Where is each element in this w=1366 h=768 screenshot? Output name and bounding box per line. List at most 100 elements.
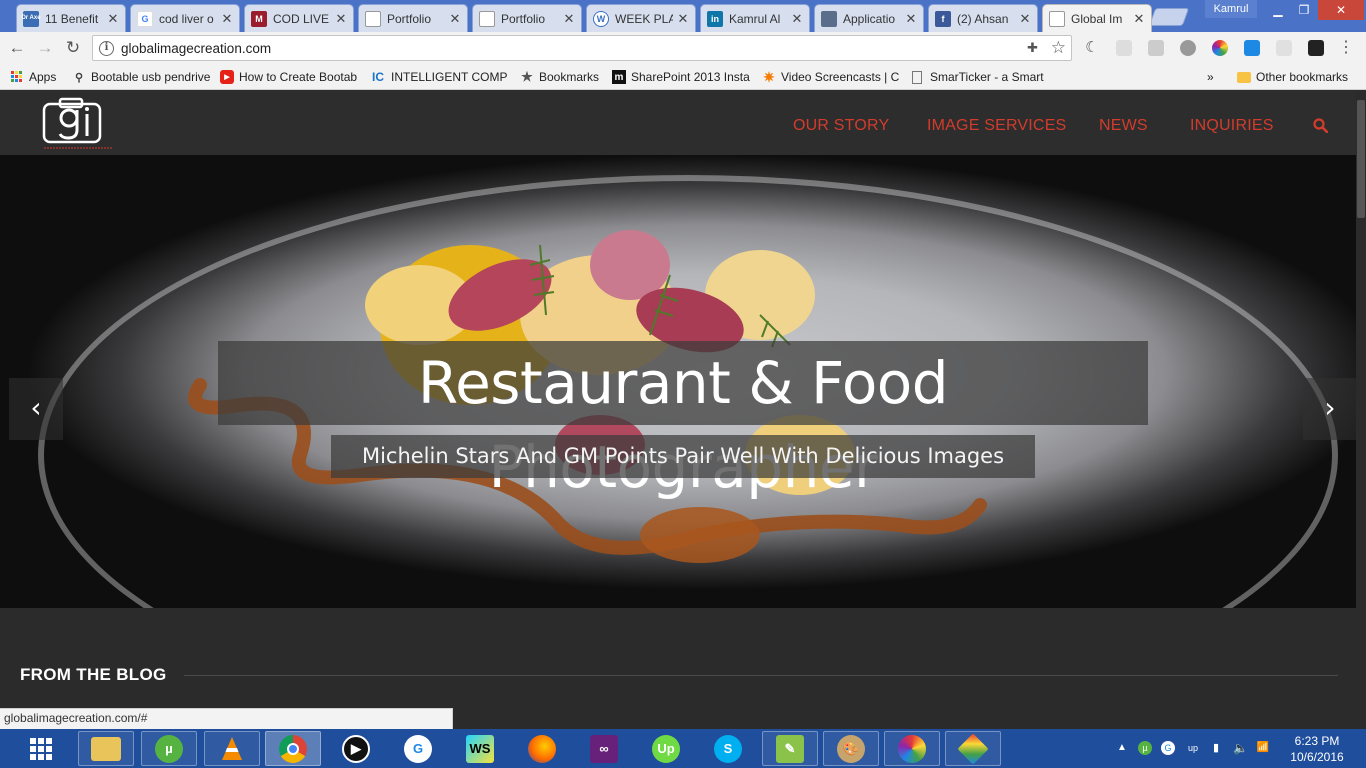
taskbar-gmail-app[interactable]: G [390,731,446,766]
global-image-creation-logo[interactable] [42,96,112,152]
bookmark-sharepoint[interactable]: m SharePoint 2013 Insta [612,68,750,86]
w-favicon-icon: W [593,10,609,27]
window-close-button[interactable]: ✕ [1318,0,1364,20]
start-grid-icon[interactable] [30,738,52,760]
bookmark-other-bookmarks[interactable]: Other bookmarks [1237,68,1357,86]
tab-11-benefits[interactable]: Dr Axe 11 Benefit ✕ [16,4,126,32]
tray-upwork-icon[interactable]: up [1186,741,1200,755]
linkedin-favicon-icon: in [707,10,723,27]
nav-our-story[interactable]: OUR STORY [793,117,889,135]
tab-portfolio-2[interactable]: Portfolio ✕ [472,4,582,32]
reload-button[interactable]: ↻ [62,38,84,58]
new-tab-button[interactable] [1148,8,1190,26]
address-url[interactable]: globalimagecreation.com [121,41,271,56]
grid-extension-icon[interactable] [1148,40,1164,56]
hero-slider: Restaurant & Food Photographer Michelin … [0,155,1356,608]
taskbar-media-player[interactable]: ▶ [328,731,384,766]
close-tab-icon[interactable]: ✕ [677,11,689,27]
taskbar-chrome[interactable] [265,731,321,766]
taskbar-utorrent[interactable]: µ [141,731,197,766]
profile-user-button[interactable]: Kamrul [1205,0,1257,18]
bookmark-video-screencasts[interactable]: ✷ Video Screencasts | C [762,68,900,86]
bookmark-bootable-usb[interactable]: ⚲ Bootable usb pendrive [72,68,210,86]
tray-utorrent-icon[interactable]: µ [1138,741,1152,755]
moon-extension-icon[interactable]: ☾ [1084,40,1100,56]
dark-extension-icon[interactable] [1308,40,1324,56]
gauge-extension-icon[interactable] [1276,40,1292,56]
tab-facebook-ahsan[interactable]: f (2) Ahsan ✕ [928,4,1038,32]
search-icon[interactable] [1313,118,1329,134]
volume-icon[interactable]: 🔈 [1233,741,1248,755]
tray-expand-icon[interactable]: ▲ [1115,741,1129,755]
slider-prev-button[interactable]: ‹ [9,378,63,440]
tray-device-icon[interactable]: ▮ [1209,741,1223,755]
taskbar-skype[interactable]: S [700,731,756,766]
close-tab-icon[interactable]: ✕ [107,11,119,27]
system-clock[interactable]: 6:23 PM 10/6/2016 [1286,733,1348,765]
tab-title: Applicatio [843,11,896,26]
close-tab-icon[interactable]: ✕ [1019,11,1031,27]
slider-next-button[interactable]: › [1303,378,1356,440]
taskbar-notepad-plus[interactable]: ✎ [762,731,818,766]
folder-icon [91,736,121,761]
minimize-button[interactable]: ▁ [1264,0,1292,20]
page-scrollbar[interactable] [1356,90,1366,730]
facebook-favicon-icon: f [935,10,951,27]
nav-image-services[interactable]: IMAGE SERVICES [927,117,1066,135]
chrome-menu-icon[interactable]: ⋮ [1338,40,1354,56]
close-tab-icon[interactable]: ✕ [221,11,233,27]
tab-cod-liver-oil[interactable]: G cod liver o ✕ [130,4,240,32]
taskbar-visual-studio[interactable]: ∞ [576,731,632,766]
address-bar[interactable]: i globalimagecreation.com ✚ ☆ [92,35,1072,61]
bookmark-apps[interactable]: Apps [10,68,64,86]
bookmark-smarticker[interactable]: SmarTicker - a Smart [912,68,1050,86]
bookmark-bookmarks[interactable]: ★ Bookmarks [520,68,602,86]
site-info-icon[interactable]: i [99,41,114,56]
more-bookmarks-chevron[interactable]: » [1207,68,1221,86]
blue-extension-icon[interactable] [1244,40,1260,56]
bookmark-star-icon[interactable]: ☆ [1051,38,1066,58]
taskbar-vlc[interactable] [204,731,260,766]
tab-global-image-creation[interactable]: Global Im ✕ [1042,4,1152,32]
taskbar-paint[interactable]: 🎨 [823,731,879,766]
page-icon [912,70,922,84]
grey-extension-icon[interactable] [1116,40,1132,56]
close-tab-icon[interactable]: ✕ [791,11,803,27]
palette-icon: 🎨 [837,734,865,763]
back-button[interactable]: ← [6,38,28,58]
youtube-icon: ▶ [220,70,234,84]
firefox-icon [528,734,556,763]
forward-button[interactable]: → [34,38,56,58]
tab-kamrul-linkedin[interactable]: in Kamrul Al ✕ [700,4,810,32]
nav-inquiries[interactable]: INQUIRIES [1190,117,1274,135]
bookmark-label: INTELLIGENT COMPUT [391,70,508,84]
close-tab-icon[interactable]: ✕ [1133,11,1145,27]
hero-subtitle: Michelin Stars And GM Points Pair Well W… [331,435,1035,478]
bookmark-intelligent-computing[interactable]: IC INTELLIGENT COMPUT [370,68,508,86]
taskbar-gitkraken[interactable] [945,731,1001,766]
color-wheel-extension-icon[interactable] [1212,40,1228,56]
scrollbar-thumb[interactable] [1357,100,1365,218]
cube-extension-icon[interactable] [1180,40,1196,56]
close-tab-icon[interactable]: ✕ [563,11,575,27]
tab-application[interactable]: Applicatio ✕ [814,4,924,32]
tray-sync-icon[interactable]: G [1161,741,1175,755]
nav-news[interactable]: NEWS [1099,117,1148,135]
close-tab-icon[interactable]: ✕ [905,11,917,27]
taskbar-picasa[interactable] [884,731,940,766]
taskbar-upwork[interactable]: Up [638,731,694,766]
close-tab-icon[interactable]: ✕ [335,11,347,27]
taskbar-file-explorer[interactable] [78,731,134,766]
taskbar-webstorm[interactable]: WS [452,731,508,766]
bookmark-label: SharePoint 2013 Insta [631,70,750,84]
network-signal-icon[interactable]: 📶 [1256,741,1270,755]
restore-button[interactable]: ❐ [1290,0,1318,20]
tab-cod-live[interactable]: M COD LIVE ✕ [244,4,354,32]
tab-week-plan[interactable]: W WEEK PLA ✕ [586,4,696,32]
puzzle-extension-icon[interactable]: ✚ [1027,40,1043,56]
close-tab-icon[interactable]: ✕ [449,11,461,27]
tab-title: COD LIVE [273,11,330,26]
bookmark-create-bootable[interactable]: ▶ How to Create Bootab [220,68,358,86]
taskbar-firefox[interactable] [514,731,570,766]
tab-portfolio-1[interactable]: Portfolio ✕ [358,4,468,32]
